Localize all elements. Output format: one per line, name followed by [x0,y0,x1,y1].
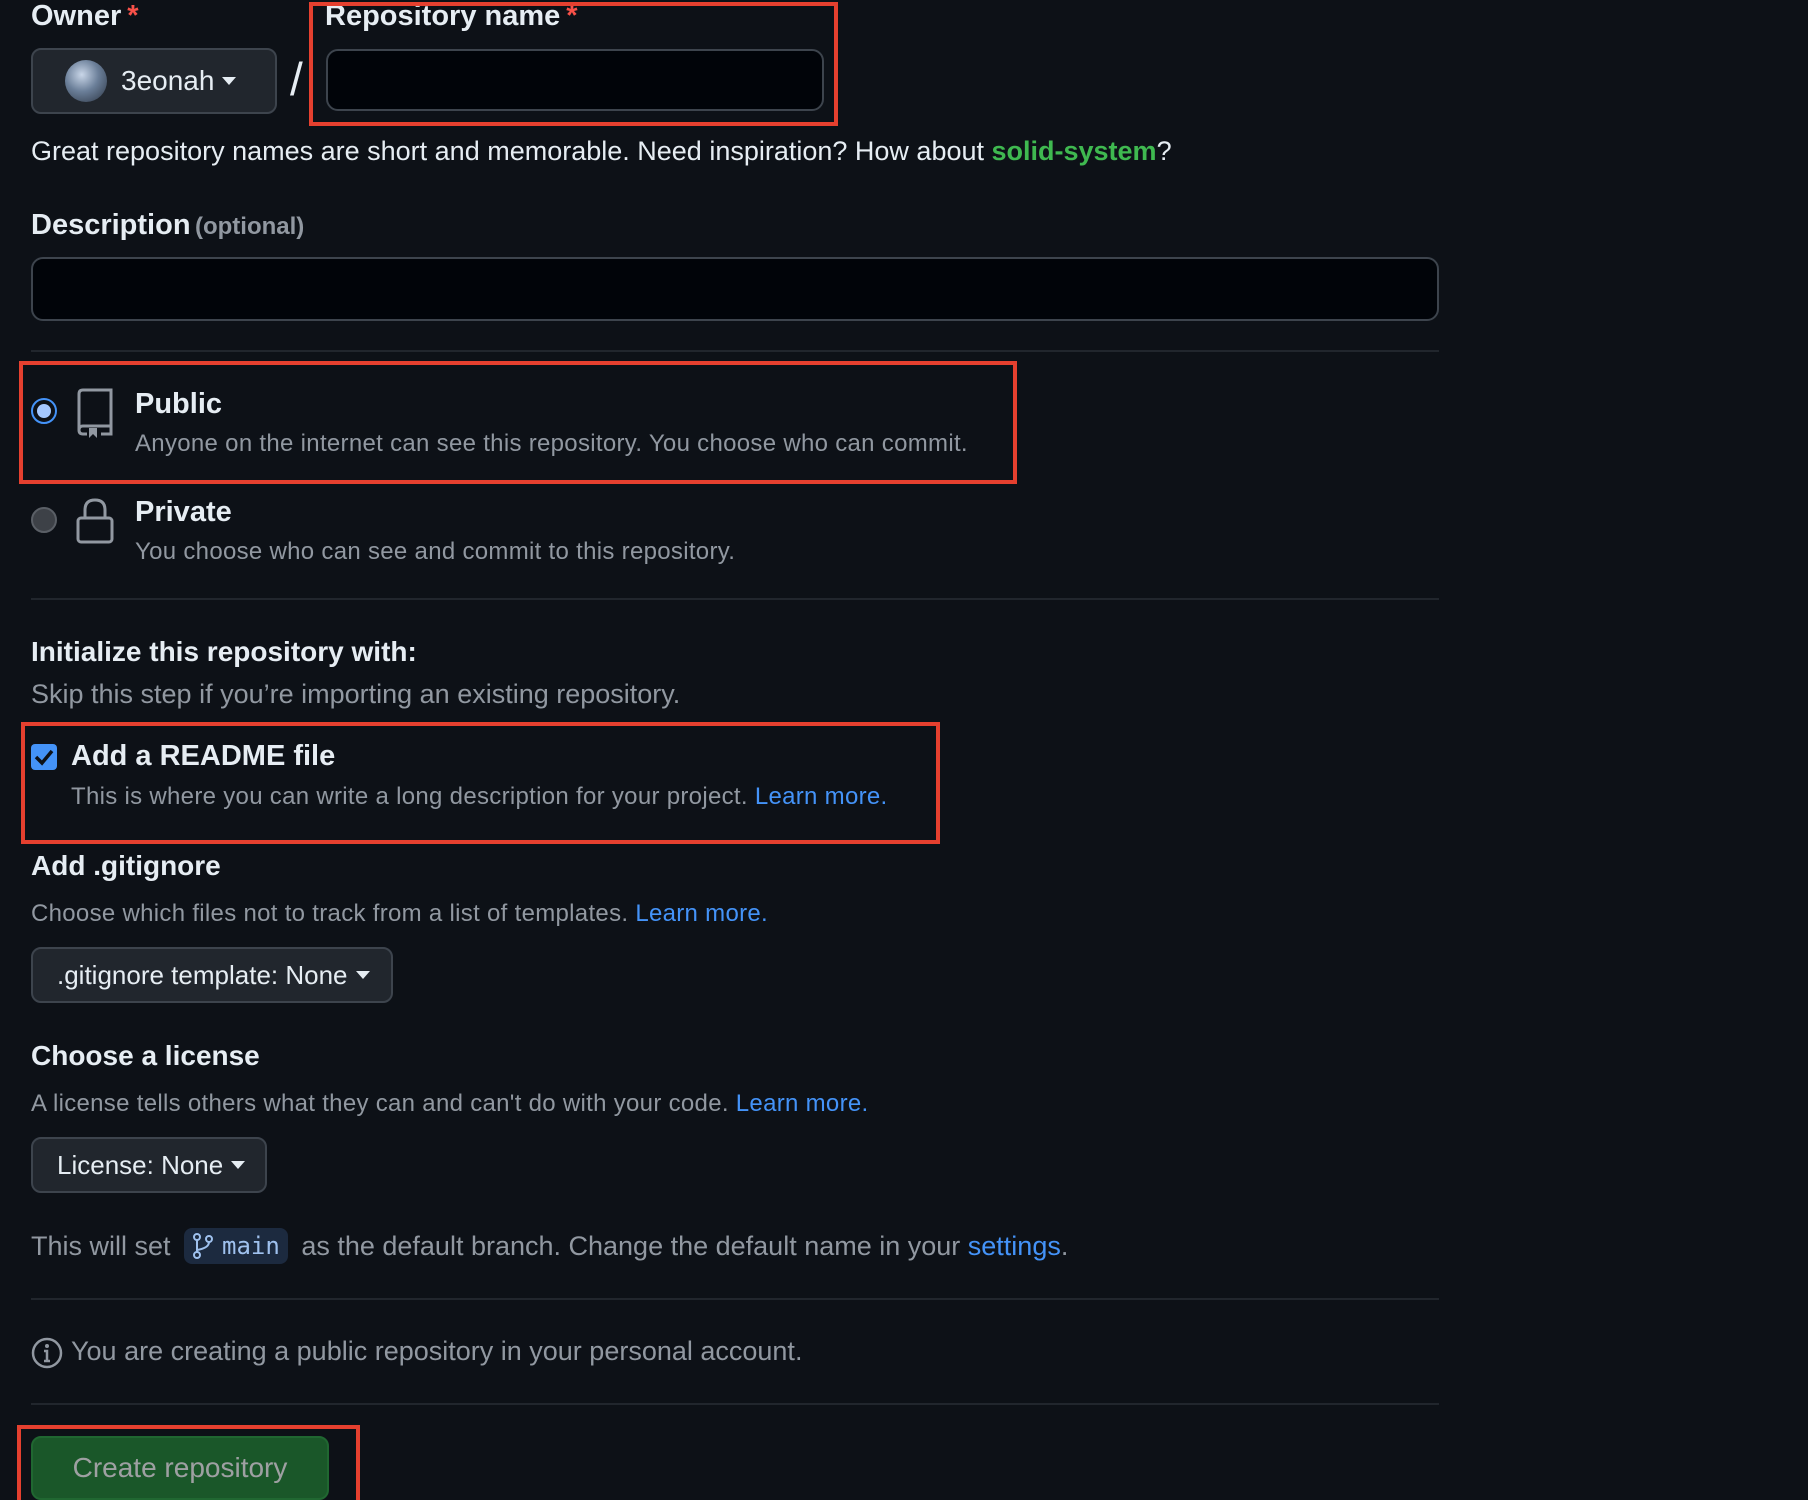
divider [31,1298,1439,1300]
owner-repo-separator: / [290,53,303,105]
owner-dropdown[interactable]: 3eonah [31,48,277,114]
owner-required-mark: * [127,0,139,32]
gitignore-desc: Choose which files not to track from a l… [31,900,636,927]
name-hint-suffix: ? [1156,136,1172,166]
branch-chip: main [184,1228,288,1264]
divider [31,1403,1439,1405]
branch-name: main [222,1232,280,1260]
highlight-public [19,361,1017,484]
private-radio[interactable] [31,507,57,533]
highlight-create-button [17,1425,360,1500]
license-title: Choose a license [31,1040,260,1071]
owner-username: 3eonah [121,65,215,96]
init-subtitle: Skip this step if you’re importing an ex… [31,679,681,709]
description-label-text: Description [31,209,191,241]
divider [31,350,1439,352]
license-learn-more-link[interactable]: Learn more. [736,1090,869,1117]
gitignore-template-dropdown[interactable]: .gitignore template: None [31,947,393,1003]
highlight-readme [21,722,940,844]
description-label: Description (optional) [31,209,304,242]
branch-note-middle: as the default branch. Change the defaul… [293,1230,968,1261]
chevron-down-icon [222,77,237,85]
lock-icon [76,498,114,549]
init-title: Initialize this repository with: [31,636,417,667]
license-desc-row: A license tells others what they can and… [31,1090,868,1118]
info-icon [31,1337,63,1374]
gitignore-title: Add .gitignore [31,850,221,881]
name-suggestion-link[interactable]: solid-system [992,136,1157,166]
branch-note: This will set main as the default branch… [31,1228,1068,1264]
git-branch-icon [193,1233,214,1259]
chevron-down-icon [355,971,370,979]
settings-link[interactable]: settings [968,1231,1061,1262]
branch-note-suffix: . [1060,1230,1069,1261]
owner-label-text: Owner [31,0,122,32]
highlight-repo-name [309,2,838,126]
description-optional: (optional) [194,213,305,240]
name-hint: Great repository names are short and mem… [31,136,1172,167]
name-hint-prefix: Great repository names are short and mem… [31,136,992,166]
branch-note-prefix: This will set [31,1230,179,1261]
gitignore-desc-row: Choose which files not to track from a l… [31,900,768,928]
divider [31,598,1439,600]
gitignore-learn-more-link[interactable]: Learn more. [635,900,768,927]
private-desc: You choose who can see and commit to thi… [135,538,736,565]
avatar [65,60,107,102]
owner-label: Owner * [31,0,139,33]
private-title: Private [135,496,232,528]
license-desc: A license tells others what they can and… [31,1090,736,1117]
chevron-down-icon [231,1161,246,1169]
gitignore-template-label: .gitignore template: None [57,959,348,990]
info-note: You are creating a public repository in … [71,1336,803,1366]
license-dropdown[interactable]: License: None [31,1137,267,1193]
license-label: License: None [57,1149,224,1180]
description-input[interactable] [31,257,1439,321]
